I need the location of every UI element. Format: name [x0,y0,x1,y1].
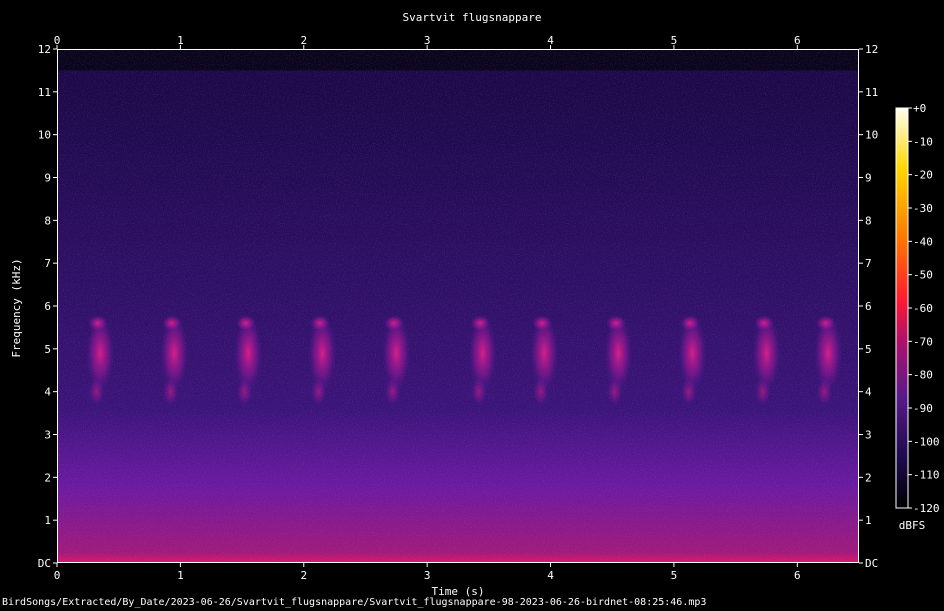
y-tick-label: 3 [44,429,51,442]
y-tick-label-right: 2 [865,471,872,484]
colorbar-tick-label: -90 [913,402,933,415]
burst-lower [384,377,401,406]
y-axis-right: DC123456789101112 [859,43,878,570]
x-tick-label: 0 [54,569,61,582]
y-tick-label: 1 [44,514,51,527]
y-tick-label: 5 [44,343,51,356]
colorbar-tick-label: -10 [913,135,933,148]
spectrogram-figure: Svartvit flugsnappare 0123456 0123456 DC… [10,11,940,598]
colorbar-tick-label: -120 [913,502,940,515]
burst-upper [531,315,552,332]
x-tick-label-top: 6 [794,34,801,47]
y-tick-label-right: 4 [865,386,872,399]
burst-upper [815,315,836,332]
noise-texture [57,49,859,563]
colorbar: +0 -10 -20 -30 -40 -50 -60 -70 -80 -90 -100 -110 -12… [895,102,940,532]
colorbar-gradient [895,107,909,509]
burst-lower [532,377,549,406]
y-tick-label-right: 3 [865,429,872,442]
y-tick-label: 2 [44,471,51,484]
y-tick-label: 10 [38,129,51,142]
x-tick-label: 2 [300,569,307,582]
burst-upper [161,315,182,332]
y-tick-label: 8 [44,214,51,227]
file-path: BirdSongs/Extracted/By_Date/2023-06-26/S… [2,597,707,608]
burst-lower [680,377,697,406]
y-tick-label-right: 8 [865,214,872,227]
x-tick-label: 6 [794,569,801,582]
burst-lower [236,377,253,406]
colorbar-tick-label: +0 [913,102,926,115]
y-tick-label: 4 [44,386,51,399]
colorbar-tick-label: -30 [913,202,933,215]
colorbar-tick-label: -100 [913,435,940,448]
burst-upper [235,315,256,332]
burst-lower [606,377,623,406]
burst-lower [310,377,327,406]
colorbar-tick-label: -80 [913,369,933,382]
burst-upper [470,315,491,332]
x-tick-label: 1 [177,569,184,582]
burst-upper [87,315,108,332]
y-tick-label: DC [38,557,51,570]
x-tick-label: 3 [424,569,431,582]
x-tick-label-top: 4 [547,34,554,47]
y-tick-label-right: 9 [865,172,872,185]
y-tick-label: 6 [44,300,51,313]
x-tick-label-top: 3 [424,34,431,47]
spectrogram-plot [57,49,859,563]
x-axis-bottom: 0 1 2 3 4 5 6 [54,563,801,582]
x-tick-label-top: 1 [177,34,184,47]
colorbar-tick-label: -60 [913,302,933,315]
burst-lower [470,377,487,406]
y-tick-label-right: 12 [865,43,878,56]
burst-lower [162,377,179,406]
burst-upper [605,315,626,332]
y-tick-label-right: 10 [865,129,878,142]
y-tick-label: 12 [38,43,51,56]
y-tick-label-right: 7 [865,257,872,270]
burst-upper [753,315,774,332]
colorbar-tick-label: -40 [913,235,933,248]
y-tick-label-right: 5 [865,343,872,356]
x-tick-label-top: 0 [54,34,61,47]
burst-lower [754,377,771,406]
colorbar-tick-label: -20 [913,169,933,182]
x-tick-label: 4 [547,569,554,582]
y-tick-label-right: 1 [865,514,872,527]
chart-title: Svartvit flugsnappare [402,11,541,24]
x-axis-top: 0 1 2 3 4 5 6 [54,34,801,49]
colorbar-tick-label: -50 [913,269,933,282]
y-tick-label: 7 [44,257,51,270]
y-tick-label-right: 6 [865,300,872,313]
colorbar-tick-label: -110 [913,469,940,482]
x-tick-label-top: 2 [300,34,307,47]
burst-upper [383,315,404,332]
colorbar-ticks: +0 -10 -20 -30 -40 -50 -60 -70 -80 -90 -100 -110 -12… [908,102,940,515]
colorbar-label: dBFS [899,519,926,532]
x-tick-label: 5 [671,569,678,582]
x-tick-label-top: 5 [671,34,678,47]
y-tick-label-right: DC [865,557,878,570]
y-tick-label: 9 [44,172,51,185]
y-axis-label: Frequency (kHz) [10,258,23,357]
y-axis-left: DC123456789101112 [38,43,57,570]
burst-lower [88,377,105,406]
burst-upper [679,315,700,332]
colorbar-tick-label: -70 [913,335,933,348]
y-tick-label: 11 [38,86,51,99]
burst-lower [816,377,833,406]
burst-upper [309,315,330,332]
y-tick-label-right: 11 [865,86,878,99]
